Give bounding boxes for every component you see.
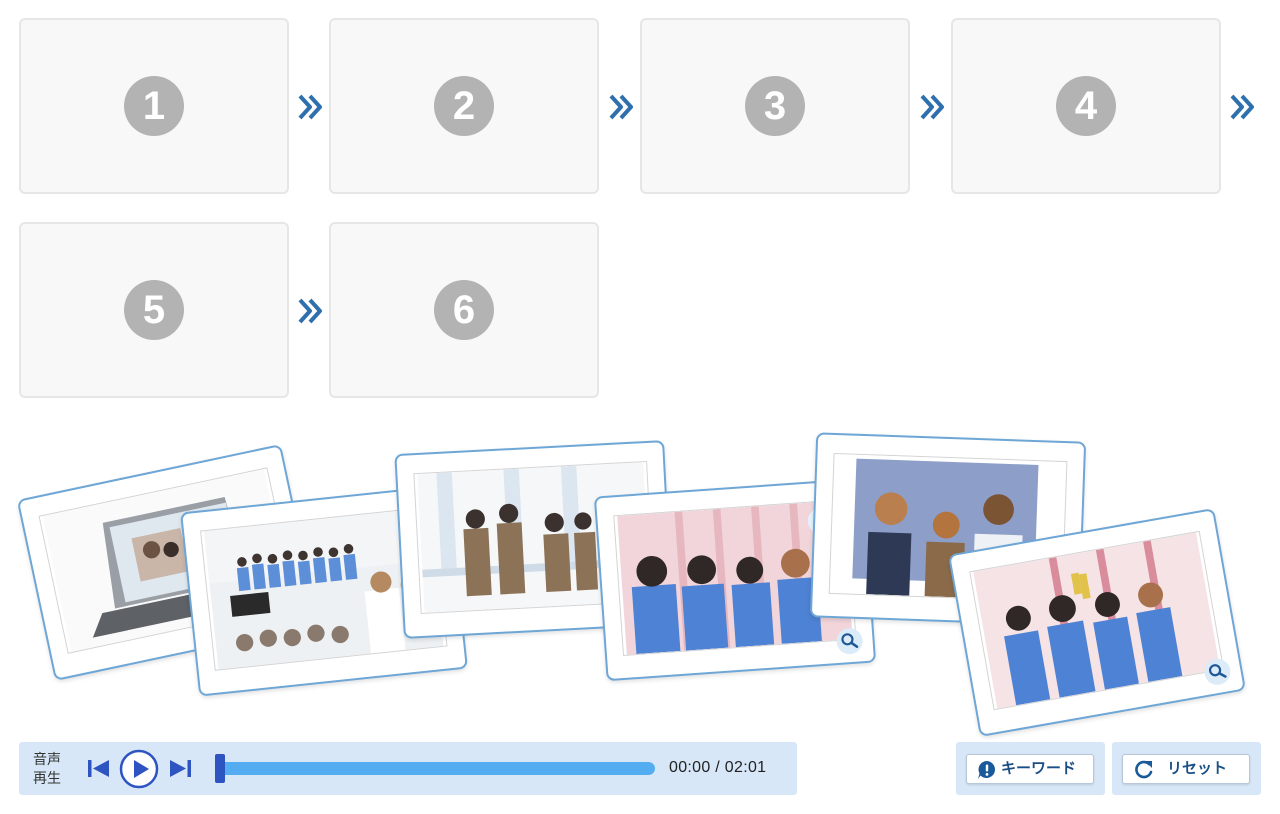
answer-slot-2[interactable]: 2 [329,18,599,194]
magnifier-icon [1208,664,1227,678]
celebration-illustration [973,532,1221,709]
slot-number-5: 5 [124,280,184,340]
double-chevron-right-icon [609,94,633,120]
reset-button[interactable]: リセット [1122,754,1250,784]
zoom-button[interactable] [835,627,864,656]
answer-slot-4[interactable]: 4 [951,18,1221,194]
magnifier-icon [841,633,859,648]
slot-number-1: 1 [124,76,184,136]
answer-slot-3[interactable]: 3 [640,18,910,194]
double-chevron-right-icon [920,94,944,120]
keyword-button[interactable]: キーワード [966,754,1094,784]
skip-previous-icon[interactable] [83,752,113,785]
keyword-button-label: キーワード [1001,760,1077,777]
keyword-panel: キーワード [956,742,1105,795]
audio-label: 音声再生 [33,751,61,786]
time-separator: / [710,759,725,776]
current-time: 00:00 [669,759,711,776]
reset-arrow-icon [1135,760,1153,779]
reset-panel: リセット [1112,742,1261,795]
answer-slot-6[interactable]: 6 [329,222,599,398]
time-display: 00:00 / 02:01 [669,759,766,777]
exclamation-bubble-icon [978,761,996,779]
slot-number-3: 3 [745,76,805,136]
zoom-button[interactable] [1202,656,1233,687]
slot-number-2: 2 [434,76,494,136]
reset-button-label: リセット [1167,760,1228,777]
double-chevron-right-icon [1230,94,1254,120]
progress-thumb[interactable] [215,754,225,783]
audio-player: 音声再生 00:00 / 02:01 [19,742,797,795]
progress-track[interactable] [217,762,655,775]
double-chevron-right-icon [298,94,322,120]
answer-slot-1[interactable]: 1 [19,18,289,194]
slot-number-4: 4 [1056,76,1116,136]
double-chevron-right-icon [298,298,322,324]
play-icon[interactable] [119,749,159,789]
duration: 02:01 [724,759,767,776]
skip-next-icon[interactable] [166,752,196,785]
card-illustration [969,530,1225,711]
answer-slot-5[interactable]: 5 [19,222,289,398]
slot-number-6: 6 [434,280,494,340]
